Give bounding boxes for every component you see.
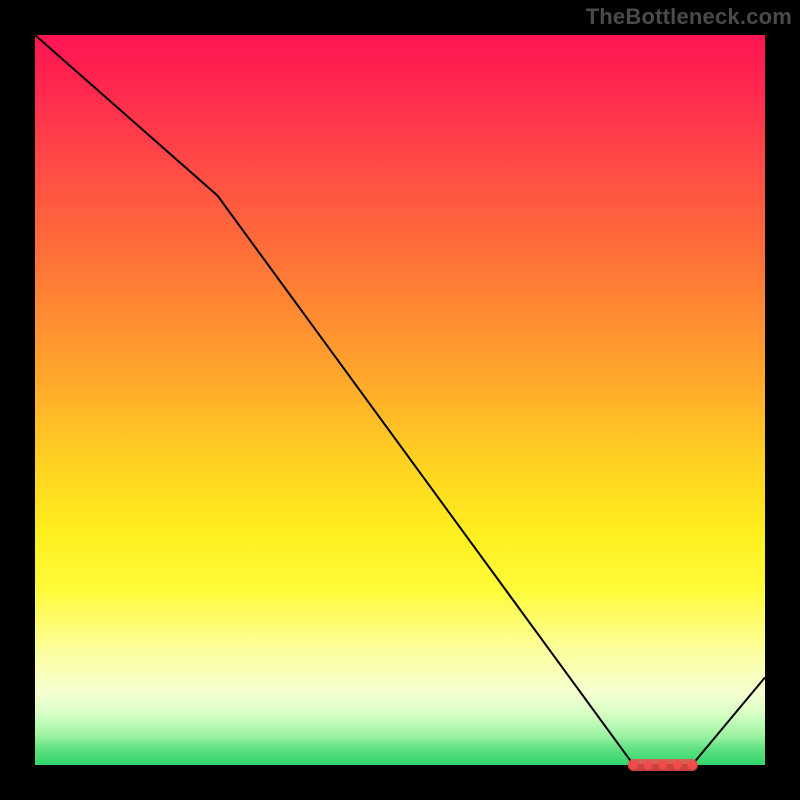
optimal-band-markers bbox=[628, 759, 698, 771]
chart-overlay-svg bbox=[35, 35, 765, 765]
optimal-band-dot bbox=[688, 761, 697, 770]
optimal-band-dot bbox=[629, 761, 638, 770]
optimal-band-dot bbox=[644, 761, 653, 770]
optimal-band-dot bbox=[673, 761, 682, 770]
chart-frame: TheBottleneck.com bbox=[0, 0, 800, 800]
chart-curve bbox=[35, 35, 765, 765]
optimal-band-dot bbox=[658, 761, 667, 770]
watermark-text: TheBottleneck.com bbox=[586, 4, 792, 30]
